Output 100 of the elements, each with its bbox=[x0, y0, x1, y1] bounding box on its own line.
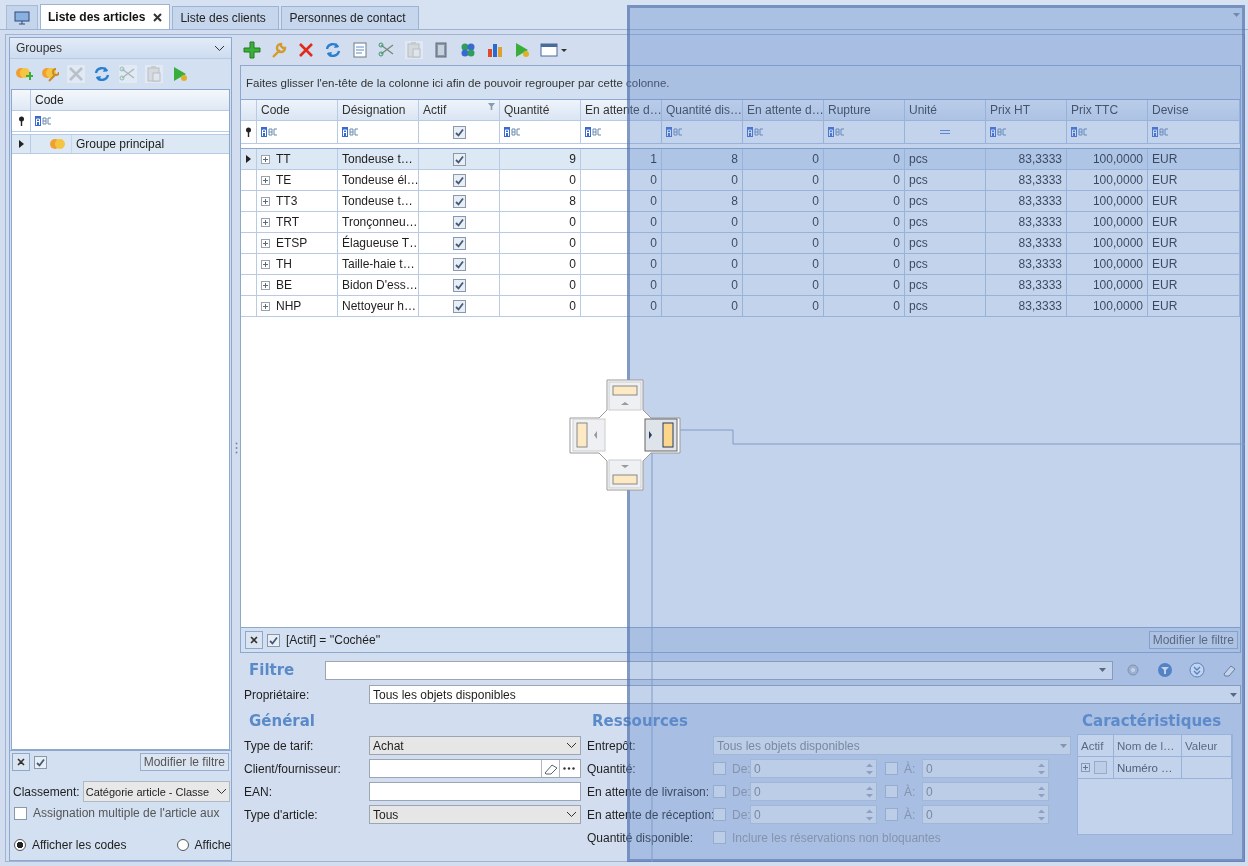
checkbox[interactable] bbox=[452, 194, 466, 208]
column-header[interactable]: Nom de l… bbox=[1114, 735, 1182, 756]
checkbox[interactable] bbox=[713, 831, 726, 844]
more-icon[interactable] bbox=[562, 767, 575, 770]
clear-filter-button[interactable] bbox=[245, 631, 263, 649]
table-row[interactable]: TT Tondeuse t… 9 1 8 0 0 pcs 83,3333 100,0000 EUR bbox=[241, 149, 1240, 170]
delete-icon[interactable] bbox=[297, 41, 315, 59]
dropdown-icon[interactable] bbox=[1233, 12, 1240, 17]
classement-dropdown[interactable]: Catégorie article - Classe bbox=[82, 781, 230, 802]
close-icon[interactable] bbox=[153, 12, 163, 22]
column-header[interactable]: Devise bbox=[1148, 100, 1240, 120]
checkbox[interactable] bbox=[885, 762, 898, 775]
tab[interactable]: Personnes de contact bbox=[281, 6, 420, 29]
checkbox[interactable] bbox=[885, 808, 898, 821]
expand-icon[interactable] bbox=[261, 238, 270, 248]
expand-icon[interactable] bbox=[261, 259, 270, 269]
column-header[interactable]: Code bbox=[257, 100, 338, 120]
plus-icon[interactable] bbox=[243, 41, 261, 59]
filter-icon[interactable] bbox=[488, 103, 495, 110]
door-icon[interactable] bbox=[432, 41, 450, 59]
column-header[interactable]: Rupture bbox=[824, 100, 905, 120]
checkbox[interactable] bbox=[14, 806, 27, 820]
tree-row[interactable]: Groupe principal bbox=[12, 134, 229, 154]
bar-chart-icon[interactable] bbox=[486, 41, 504, 59]
dock-guide-drawing[interactable] bbox=[569, 379, 681, 491]
coins-wrench-icon[interactable] bbox=[41, 65, 59, 83]
expand-icon[interactable] bbox=[261, 175, 270, 185]
funnel-icon[interactable] bbox=[1157, 662, 1173, 678]
filter-checkbox[interactable] bbox=[34, 755, 47, 769]
double-chevron-icon[interactable] bbox=[1189, 662, 1205, 678]
expand-icon[interactable] bbox=[1081, 763, 1090, 772]
column-header[interactable]: Quantité bbox=[500, 100, 581, 120]
column-header[interactable]: Actif bbox=[419, 100, 500, 120]
spinner-icon[interactable] bbox=[866, 785, 873, 798]
table-row[interactable]: TRT Tronçonneu… 0 0 0 0 0 pcs 83,3333 100,0000 EUR bbox=[241, 212, 1240, 233]
table-row[interactable]: TH Taille-haie t… 0 0 0 0 0 pcs 83,3333 100,0000 EUR bbox=[241, 254, 1240, 275]
caret-icon[interactable] bbox=[214, 44, 225, 52]
checkbox[interactable] bbox=[713, 785, 726, 798]
checkbox[interactable] bbox=[452, 236, 466, 250]
play-icon[interactable] bbox=[513, 41, 531, 59]
column-header[interactable]: Quantité dis… bbox=[662, 100, 743, 120]
radio-button[interactable] bbox=[176, 839, 189, 851]
checkbox[interactable] bbox=[713, 762, 726, 775]
expand-icon[interactable] bbox=[261, 154, 270, 164]
column-header[interactable]: Désignation bbox=[338, 100, 419, 120]
caret-icon[interactable] bbox=[566, 811, 577, 818]
expand-icon[interactable] bbox=[261, 217, 270, 227]
checkbox[interactable] bbox=[452, 215, 466, 229]
clover-icon[interactable] bbox=[459, 41, 477, 59]
checkbox[interactable] bbox=[452, 173, 466, 187]
filter-checkbox[interactable] bbox=[267, 633, 280, 647]
owner-dropdown[interactable]: Tous les objets disponibles bbox=[369, 685, 1241, 704]
column-header[interactable]: En attente d… bbox=[581, 100, 662, 120]
table-row[interactable]: TE Tondeuse él… 0 0 0 0 0 pcs 83,3333 100,0000 EUR bbox=[241, 170, 1240, 191]
checkbox[interactable] bbox=[452, 299, 466, 313]
column-header[interactable]: Valeur bbox=[1182, 735, 1232, 756]
expand-icon[interactable] bbox=[261, 301, 270, 311]
table-row[interactable]: BE Bidon D'ess… 0 0 0 0 0 pcs 83,3333 100,0000 EUR bbox=[241, 275, 1240, 296]
column-header[interactable]: Prix TTC bbox=[1067, 100, 1148, 120]
wrench-icon[interactable] bbox=[270, 41, 288, 59]
scissors-icon[interactable] bbox=[378, 41, 396, 59]
gear-icon[interactable] bbox=[1125, 662, 1141, 678]
edit-filter-button[interactable]: Modifier le filtre bbox=[139, 753, 229, 771]
spinner-icon[interactable] bbox=[1038, 808, 1045, 821]
column-header[interactable]: Unité bbox=[905, 100, 986, 120]
eraser-icon[interactable] bbox=[543, 762, 558, 775]
column-header[interactable]: Prix HT bbox=[986, 100, 1067, 120]
tab[interactable]: Liste des clients bbox=[172, 6, 280, 29]
caret-icon[interactable] bbox=[216, 788, 227, 795]
column-header[interactable]: Actif bbox=[1078, 735, 1114, 756]
refresh-icon[interactable] bbox=[324, 41, 342, 59]
clear-filter-button[interactable] bbox=[12, 753, 30, 771]
monitor-button[interactable] bbox=[6, 5, 38, 29]
checkbox[interactable] bbox=[452, 278, 466, 292]
checkbox[interactable] bbox=[885, 785, 898, 798]
radio-button[interactable] bbox=[14, 839, 26, 851]
lookup-field[interactable] bbox=[369, 759, 581, 778]
expand-icon[interactable] bbox=[261, 280, 270, 290]
text-field[interactable] bbox=[369, 782, 581, 801]
spinner-icon[interactable] bbox=[866, 762, 873, 775]
table-row[interactable]: ETSP Élagueuse T… 0 0 0 0 0 pcs 83,3333 100,0000 EUR bbox=[241, 233, 1240, 254]
spinner-icon[interactable] bbox=[1038, 785, 1045, 798]
caret-icon[interactable] bbox=[566, 742, 577, 749]
filter-field[interactable] bbox=[325, 660, 1113, 680]
checkbox[interactable] bbox=[1094, 761, 1107, 774]
expand-icon[interactable] bbox=[261, 196, 270, 206]
column-header[interactable]: En attente d… bbox=[743, 100, 824, 120]
checkbox[interactable] bbox=[452, 257, 466, 271]
table-row[interactable]: TT3 Tondeuse t… 8 0 8 0 0 pcs 83,3333 100,0000 EUR bbox=[241, 191, 1240, 212]
window-icon[interactable] bbox=[540, 41, 568, 59]
checkbox[interactable] bbox=[713, 808, 726, 821]
refresh-icon[interactable] bbox=[93, 65, 111, 83]
tab[interactable]: Liste des articles bbox=[40, 4, 171, 29]
splitter-grip-icon[interactable] bbox=[234, 442, 238, 454]
dropdown[interactable]: Tous bbox=[369, 805, 581, 824]
filter-checkbox[interactable] bbox=[452, 125, 466, 139]
spinner-icon[interactable] bbox=[866, 808, 873, 821]
coins-plus-icon[interactable] bbox=[15, 65, 33, 83]
checkbox[interactable] bbox=[452, 152, 466, 166]
dropdown[interactable]: Achat bbox=[369, 736, 581, 755]
